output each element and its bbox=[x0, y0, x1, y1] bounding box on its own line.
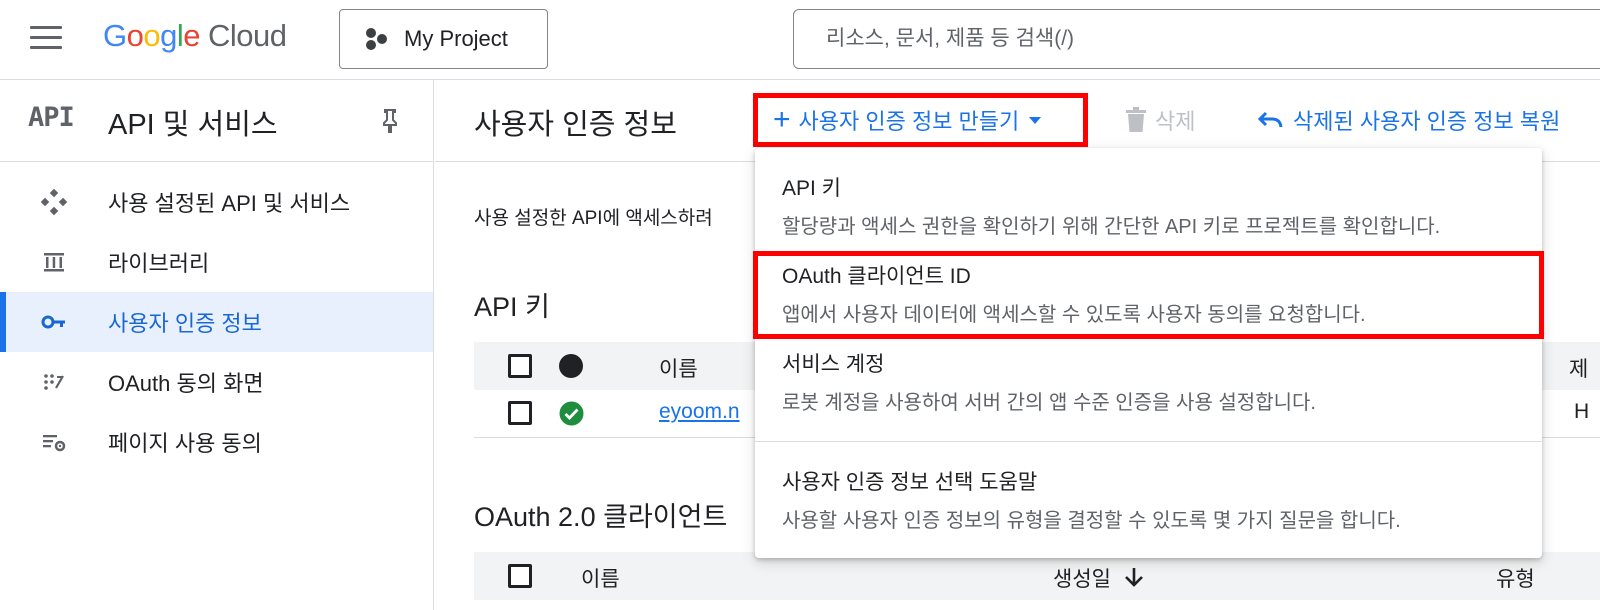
status-column-icon bbox=[559, 354, 583, 378]
create-credentials-label: 사용자 인증 정보 만들기 bbox=[798, 109, 1020, 134]
undo-icon bbox=[1257, 111, 1283, 128]
api-keys-section-title: API 키 bbox=[474, 292, 550, 322]
sidebar-item-page-usage-agreement[interactable]: 페이지 사용 동의 bbox=[0, 412, 433, 472]
sidebar-item-label: OAuth 동의 화면 bbox=[108, 371, 264, 396]
api-key-name-link[interactable]: eyoom.n bbox=[659, 400, 740, 424]
sidebar-item-label: 페이지 사용 동의 bbox=[108, 431, 262, 456]
sidebar-nav: 사용 설정된 API 및 서비스 라이브러리 사용자 인증 정보 OAuth 동… bbox=[0, 162, 433, 472]
sidebar-item-label: 사용 설정된 API 및 서비스 bbox=[108, 191, 351, 216]
sort-arrow-down-icon[interactable] bbox=[1123, 566, 1145, 588]
column-header-truncated[interactable]: 제 bbox=[1569, 353, 1588, 383]
oauth-clients-section-title: OAuth 2.0 클라이언트 bbox=[474, 502, 728, 532]
menu-item-description: 로봇 계정을 사용하여 서버 간의 앱 수준 인증을 사용 설정합니다. bbox=[782, 392, 1316, 414]
column-header-created[interactable]: 생성일 bbox=[1053, 563, 1111, 593]
restore-label: 삭제된 사용자 인증 정보 복원 bbox=[1293, 109, 1561, 134]
top-bar: Google Cloud My Project bbox=[0, 0, 1600, 80]
menu-item-title: OAuth 클라이언트 ID bbox=[782, 265, 971, 288]
sidebar-header: API API 및 서비스 bbox=[0, 80, 433, 162]
sidebar: API API 및 서비스 사용 설정된 API 및 서비스 라이브러리 사용자… bbox=[0, 80, 434, 610]
sidebar-item-library[interactable]: 라이브러리 bbox=[0, 232, 433, 292]
sidebar-item-enabled-apis[interactable]: 사용 설정된 API 및 서비스 bbox=[0, 172, 433, 232]
dropdown-caret-icon bbox=[1029, 116, 1042, 124]
key-icon bbox=[40, 308, 68, 336]
check-circle-icon bbox=[559, 401, 584, 431]
search-input[interactable] bbox=[794, 10, 1600, 68]
delete-label: 삭제 bbox=[1155, 109, 1196, 134]
create-credentials-menu: API 키 할당량과 액세스 권한을 확인하기 위해 간단한 API 키로 프로… bbox=[755, 148, 1542, 558]
delete-button[interactable]: 삭제 bbox=[1125, 104, 1195, 136]
menu-item-description: 사용할 사용자 인증 정보의 유형을 결정할 수 있도록 몇 가지 질문을 합니… bbox=[782, 510, 1401, 532]
sidebar-title: API 및 서비스 bbox=[108, 109, 278, 141]
column-header-type[interactable]: 유형 bbox=[1496, 563, 1535, 593]
menu-item-description: 앱에서 사용자 데이터에 액세스할 수 있도록 사용자 동의를 요청합니다. bbox=[782, 304, 1366, 326]
main-menu-icon[interactable] bbox=[30, 26, 62, 50]
select-all-checkbox[interactable] bbox=[508, 354, 532, 378]
sidebar-item-oauth-consent[interactable]: OAuth 동의 화면 bbox=[0, 352, 433, 412]
menu-item-help-me-choose[interactable]: 사용자 인증 정보 선택 도움말 사용할 사용자 인증 정보의 유형을 결정할 … bbox=[755, 466, 1542, 533]
project-hexagons-icon bbox=[366, 28, 387, 50]
trash-icon bbox=[1126, 107, 1146, 132]
sidebar-item-label: 사용자 인증 정보 bbox=[108, 311, 262, 336]
sidebar-item-label: 라이브러리 bbox=[108, 251, 210, 276]
select-all-checkbox[interactable] bbox=[508, 564, 532, 588]
menu-item-api-key[interactable]: API 키 할당량과 액세스 권한을 확인하기 위해 간단한 API 키로 프로… bbox=[755, 172, 1542, 239]
column-header-name[interactable]: 이름 bbox=[581, 563, 620, 593]
menu-item-title: 사용자 인증 정보 선택 도움말 bbox=[782, 471, 1038, 494]
create-credentials-button[interactable]: + 사용자 인증 정보 만들기 bbox=[753, 96, 1069, 144]
search-box[interactable] bbox=[793, 9, 1600, 69]
oauth-table-header: 이름 생성일 유형 bbox=[474, 552, 1600, 600]
menu-item-title: API 키 bbox=[782, 177, 842, 200]
menu-item-oauth-client-id[interactable]: OAuth 클라이언트 ID 앱에서 사용자 데이터에 액세스할 수 있도록 사… bbox=[755, 260, 1542, 327]
menu-item-service-account[interactable]: 서비스 계정 로봇 계정을 사용하여 서버 간의 앱 수준 인증을 사용 설정합… bbox=[755, 348, 1542, 415]
api-diamond-icon bbox=[40, 188, 68, 216]
row-checkbox[interactable] bbox=[508, 401, 532, 425]
api-logo-icon: API bbox=[28, 102, 75, 133]
settings-list-icon bbox=[40, 428, 68, 456]
project-picker-button[interactable]: My Project bbox=[339, 9, 548, 69]
library-icon bbox=[40, 248, 68, 276]
column-header-name[interactable]: 이름 bbox=[659, 353, 698, 383]
menu-item-title: 서비스 계정 bbox=[782, 353, 885, 376]
google-cloud-logo[interactable]: Google Cloud bbox=[103, 18, 287, 54]
menu-item-description: 할당량과 액세스 권한을 확인하기 위해 간단한 API 키로 프로젝트를 확인… bbox=[782, 216, 1441, 238]
plus-icon: + bbox=[773, 103, 791, 136]
project-name: My Project bbox=[404, 26, 508, 51]
menu-divider bbox=[755, 441, 1542, 442]
pin-icon[interactable] bbox=[378, 107, 402, 135]
consent-icon bbox=[40, 368, 68, 396]
page-title: 사용자 인증 정보 bbox=[474, 109, 677, 141]
page-description: 사용 설정한 API에 액세스하려 bbox=[474, 208, 713, 229]
sidebar-item-credentials[interactable]: 사용자 인증 정보 bbox=[0, 292, 433, 352]
truncated-cell: H bbox=[1574, 400, 1590, 423]
restore-deleted-credentials-button[interactable]: 삭제된 사용자 인증 정보 복원 bbox=[1257, 104, 1560, 136]
